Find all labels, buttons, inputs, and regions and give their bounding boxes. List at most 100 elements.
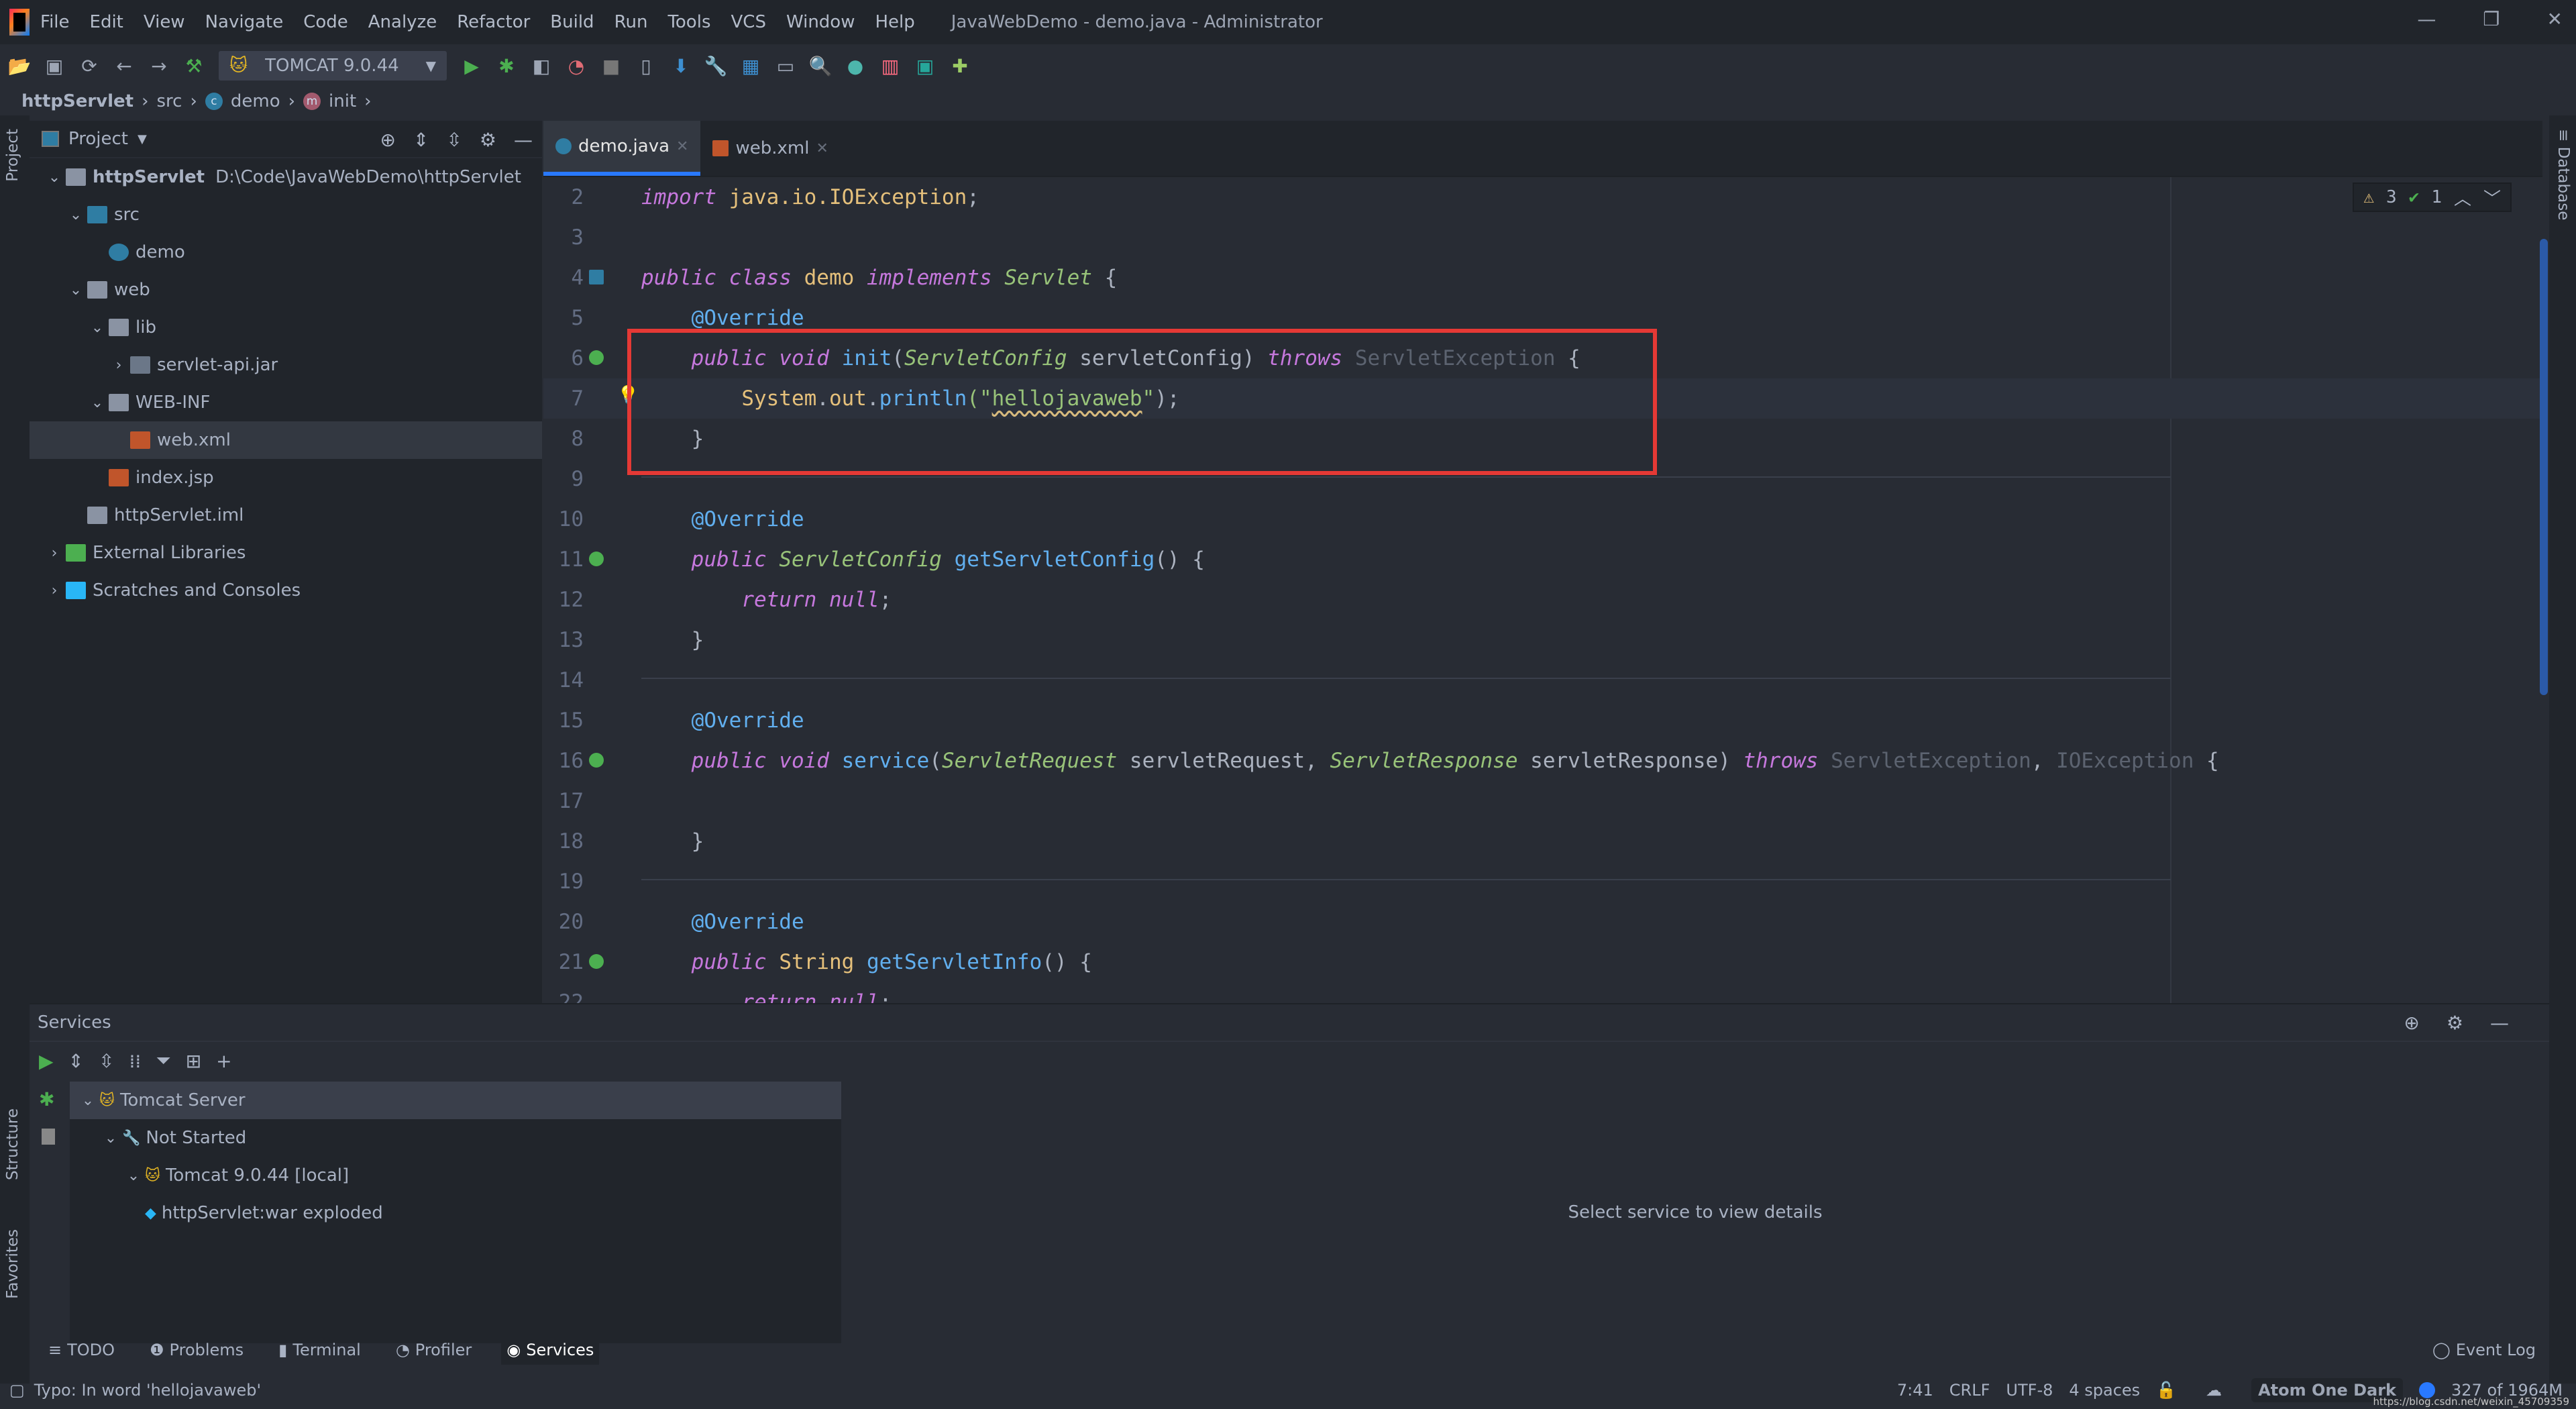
- new-tab-icon[interactable]: ⊞: [186, 1050, 201, 1072]
- service-item[interactable]: ◆ httpServlet:war exploded: [70, 1194, 841, 1232]
- line-separator[interactable]: CRLF: [1949, 1381, 1990, 1400]
- chevron-down-icon[interactable]: ⌄: [64, 282, 87, 299]
- debug-icon[interactable]: ✱: [39, 1088, 54, 1110]
- debug-icon[interactable]: ✱: [496, 55, 517, 77]
- menu-view[interactable]: View: [144, 12, 185, 32]
- collapse-all-icon[interactable]: ⇳: [99, 1050, 114, 1072]
- hide-icon[interactable]: —: [514, 129, 533, 151]
- plugin-db-icon[interactable]: ▣: [915, 55, 935, 77]
- chevron-down-icon[interactable]: ▼: [138, 132, 147, 146]
- chevron-down-icon[interactable]: ⌄: [99, 1130, 122, 1147]
- status-toggle-icon[interactable]: ▢: [9, 1381, 25, 1400]
- service-item[interactable]: ⌄ 🐱 Tomcat 9.0.44 [local]: [70, 1157, 841, 1194]
- stop-icon[interactable]: [42, 1129, 55, 1145]
- structure-tool-button[interactable]: Structure: [4, 1108, 21, 1180]
- tree-item[interactable]: › External Libraries: [30, 534, 542, 572]
- chevron-down-icon[interactable]: ⌄: [86, 319, 109, 336]
- tree-item[interactable]: web.xml: [30, 421, 542, 459]
- breadcrumb-item[interactable]: demo: [231, 91, 280, 111]
- gear-icon[interactable]: ⚙: [480, 129, 496, 151]
- chevron-down-icon[interactable]: ⌄: [86, 395, 109, 411]
- save-icon[interactable]: ▣: [44, 55, 64, 77]
- back-icon[interactable]: ←: [114, 55, 134, 77]
- implements-method-icon[interactable]: [589, 753, 604, 768]
- menu-help[interactable]: Help: [875, 12, 914, 32]
- terminal-icon[interactable]: ▭: [775, 55, 796, 77]
- stop-icon[interactable]: ■: [601, 55, 621, 77]
- menu-run[interactable]: Run: [614, 12, 648, 32]
- forward-icon[interactable]: →: [149, 55, 169, 77]
- database-tool-button[interactable]: ≡ Database: [2555, 129, 2572, 220]
- project-structure-icon[interactable]: ▦: [741, 55, 761, 77]
- breadcrumb-item[interactable]: src: [157, 91, 182, 111]
- tree-item[interactable]: › servlet-api.jar: [30, 346, 542, 384]
- expand-all-icon[interactable]: ⇕: [68, 1050, 84, 1072]
- coverage-icon[interactable]: ◧: [531, 55, 551, 77]
- tree-item[interactable]: demo: [30, 233, 542, 271]
- bottom-tab-profiler[interactable]: ◔ Profiler: [390, 1335, 477, 1365]
- chevron-down-icon[interactable]: ⌄: [76, 1092, 99, 1109]
- bottom-tab-todo[interactable]: ≡ TODO: [43, 1335, 120, 1365]
- file-encoding[interactable]: UTF-8: [2006, 1381, 2053, 1400]
- run-configuration-select[interactable]: 🐱 TOMCAT 9.0.44 ▼: [219, 51, 447, 81]
- indent-setting[interactable]: 4 spaces: [2069, 1381, 2140, 1400]
- tree-item[interactable]: ⌄ lib: [30, 309, 542, 346]
- caret-position[interactable]: 7:41: [1897, 1381, 1933, 1400]
- locate-icon[interactable]: ⊕: [2404, 1012, 2419, 1034]
- service-item[interactable]: ⌄ 🔧 Not Started: [70, 1119, 841, 1157]
- build-hammer-icon[interactable]: ⚒: [184, 55, 204, 77]
- chevron-down-icon[interactable]: ⌄: [43, 169, 66, 186]
- notifications-icon[interactable]: ☁: [2206, 1381, 2222, 1400]
- menu-edit[interactable]: Edit: [90, 12, 123, 32]
- group-by-icon[interactable]: ⁞⁞: [129, 1050, 141, 1072]
- chevron-right-icon[interactable]: ›: [43, 582, 66, 599]
- close-tab-icon[interactable]: ✕: [676, 138, 688, 155]
- menu-analyze[interactable]: Analyze: [368, 12, 437, 32]
- add-service-icon[interactable]: +: [216, 1050, 231, 1072]
- previous-highlight-icon[interactable]: ︿: [2454, 185, 2471, 210]
- tree-item[interactable]: ⌄ web: [30, 271, 542, 309]
- bottom-tab-terminal[interactable]: ▮ Terminal: [273, 1335, 366, 1365]
- code-area[interactable]: ⚠ 3 ✔ 1 ︿ ﹀ 2 import java.io.IOException; 3 4 p…: [543, 177, 2542, 1003]
- implements-method-icon[interactable]: [589, 954, 604, 969]
- update-icon[interactable]: ⬇: [671, 55, 691, 77]
- tree-item[interactable]: ⌄ WEB-INF: [30, 384, 542, 421]
- sync-icon[interactable]: ⟳: [79, 55, 99, 77]
- menu-navigate[interactable]: Navigate: [205, 12, 284, 32]
- expand-all-icon[interactable]: ⇕: [413, 129, 429, 151]
- search-icon[interactable]: 🔍: [809, 55, 833, 77]
- menu-file[interactable]: File: [40, 12, 70, 32]
- lock-icon[interactable]: 🔓: [2156, 1381, 2176, 1400]
- plugin-palette-icon[interactable]: ▥: [880, 55, 900, 77]
- run-icon[interactable]: ▶: [462, 55, 482, 77]
- minimize-icon[interactable]: —: [2417, 8, 2436, 30]
- class-implements-icon[interactable]: [589, 270, 604, 284]
- filter-icon[interactable]: ⏷: [156, 1049, 170, 1072]
- profile-icon[interactable]: ◔: [566, 55, 586, 77]
- menu-window[interactable]: Window: [786, 12, 855, 32]
- project-tool-button[interactable]: Project: [4, 129, 21, 182]
- collapse-all-icon[interactable]: ⇳: [446, 129, 462, 151]
- menu-build[interactable]: Build: [550, 12, 594, 32]
- hide-icon[interactable]: —: [2490, 1012, 2509, 1034]
- breadcrumb-item[interactable]: httpServlet: [21, 91, 133, 111]
- gear-icon[interactable]: ⚙: [2447, 1012, 2463, 1034]
- event-log-button[interactable]: ◯ Event Log: [2432, 1341, 2536, 1359]
- project-panel-title[interactable]: Project: [68, 129, 128, 149]
- tab-demo-java[interactable]: demo.java ✕: [543, 121, 701, 176]
- chevron-right-icon[interactable]: ›: [43, 545, 66, 562]
- restore-icon[interactable]: ❐: [2483, 8, 2500, 30]
- chevron-down-icon[interactable]: ⌄: [122, 1167, 145, 1184]
- implements-method-icon[interactable]: [589, 552, 604, 566]
- next-highlight-icon[interactable]: ﹀: [2483, 185, 2501, 210]
- editor-scrollbar[interactable]: [2540, 239, 2548, 695]
- run-icon[interactable]: ▶: [39, 1050, 54, 1072]
- tab-web-xml[interactable]: web.xml ✕: [700, 121, 840, 176]
- menu-refactor[interactable]: Refactor: [457, 12, 530, 32]
- menu-vcs[interactable]: VCS: [731, 12, 766, 32]
- tree-item[interactable]: httpServlet.iml: [30, 497, 542, 534]
- open-folder-icon[interactable]: 📂: [8, 55, 32, 77]
- tree-item[interactable]: ⌄ httpServlet D:\Code\JavaWebDemo\httpServ…: [30, 158, 542, 196]
- locate-icon[interactable]: ⊕: [380, 129, 395, 151]
- attach-icon[interactable]: ▯: [636, 55, 656, 77]
